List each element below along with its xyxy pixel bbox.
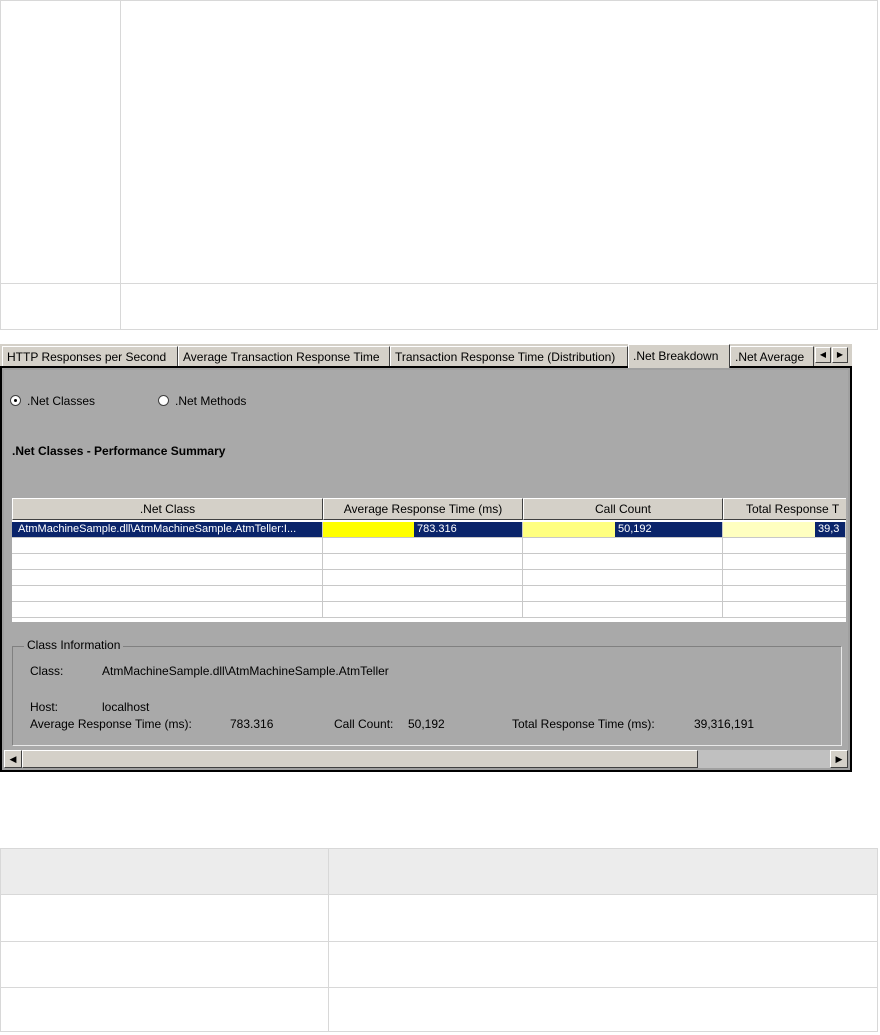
doc-table-top — [0, 0, 878, 330]
avg-response-value: 783.316 — [414, 522, 522, 537]
radio-net-methods[interactable]: .Net Methods — [158, 394, 246, 408]
avg-response-info-value: 783.316 — [230, 717, 274, 731]
summary-title: .Net Classes - Performance Summary — [12, 444, 226, 458]
table-divider — [1, 283, 877, 284]
tab-strip: HTTP Responses per Second Average Transa… — [0, 344, 852, 368]
empty-cell — [323, 570, 523, 585]
class-information-group — [12, 646, 842, 746]
table-row[interactable] — [12, 538, 846, 554]
tab-label: HTTP Responses per Second — [7, 350, 167, 364]
table-divider — [120, 1, 121, 329]
column-header-avg-response[interactable]: Average Response Time (ms) — [323, 498, 523, 520]
table-row[interactable] — [12, 554, 846, 570]
class-information-legend: Class Information — [24, 638, 124, 652]
tab-http-responses[interactable]: HTTP Responses per Second — [2, 346, 178, 366]
table-row[interactable] — [12, 586, 846, 602]
tab-transaction-distribution[interactable]: Transaction Response Time (Distribution) — [390, 346, 628, 366]
avg-response-bar — [323, 522, 414, 537]
total-response-bar — [723, 522, 815, 537]
scroll-right-icon[interactable]: ▶ — [830, 750, 848, 768]
cell-total-response: 39,3 — [723, 522, 846, 537]
empty-cell — [323, 538, 523, 553]
table-header-row — [1, 849, 877, 894]
empty-cell — [523, 538, 723, 553]
breakdown-panel: .Net Classes .Net Methods .Net Classes -… — [0, 366, 852, 772]
tab-label: Average Transaction Response Time — [183, 350, 380, 364]
table-row[interactable] — [12, 602, 846, 618]
empty-cell — [523, 602, 723, 617]
empty-cell — [12, 602, 323, 617]
empty-cell — [323, 554, 523, 569]
tab-scroll-left-icon[interactable]: ◀ — [815, 347, 831, 363]
tab-net-average[interactable]: .Net Average — [730, 346, 814, 366]
tab-label: .Net Breakdown — [633, 349, 719, 363]
call-count-bar — [523, 522, 615, 537]
empty-cell — [523, 570, 723, 585]
table-row[interactable] — [12, 570, 846, 586]
empty-cell — [323, 602, 523, 617]
empty-cell — [12, 554, 323, 569]
avg-response-label: Average Response Time (ms): — [30, 717, 192, 731]
host-label: Host: — [30, 700, 59, 714]
tab-net-breakdown[interactable]: .Net Breakdown — [628, 344, 730, 368]
class-value: AtmMachineSample.dll\AtmMachineSample.At… — [102, 664, 389, 678]
analysis-window: HTTP Responses per Second Average Transa… — [0, 344, 852, 772]
radio-unchecked-icon — [158, 395, 169, 406]
table-divider — [1, 987, 877, 988]
host-value: localhost — [102, 700, 150, 714]
call-count-label: Call Count: — [334, 717, 394, 731]
empty-cell — [12, 586, 323, 601]
scrollbar-thumb[interactable] — [22, 750, 698, 768]
tab-label: .Net Average — [735, 350, 805, 364]
class-label: Class: — [30, 664, 64, 678]
empty-cell — [12, 538, 323, 553]
empty-cell — [523, 554, 723, 569]
call-count-info-value: 50,192 — [408, 717, 445, 731]
cell-call-count: 50,192 — [523, 522, 723, 537]
total-response-value: 39,3 — [815, 522, 845, 537]
total-response-info-value: 39,316,191 — [694, 717, 755, 731]
call-count-value: 50,192 — [615, 522, 722, 537]
cell-avg-response: 783.316 — [323, 522, 523, 537]
table-divider — [328, 849, 329, 1031]
radio-label: .Net Methods — [175, 394, 247, 408]
class-grid: .Net Class Average Response Time (ms) Ca… — [12, 498, 846, 622]
table-divider — [1, 941, 877, 942]
tab-scroll-right-icon[interactable]: ▶ — [832, 347, 848, 363]
cell-net-class: AtmMachineSample.dll\AtmMachineSample.At… — [12, 522, 323, 537]
radio-net-classes[interactable]: .Net Classes — [10, 394, 95, 408]
empty-cell — [323, 586, 523, 601]
empty-cell — [523, 586, 723, 601]
tab-average-transaction-response[interactable]: Average Transaction Response Time — [178, 346, 390, 366]
column-header-total-response[interactable]: Total Response T — [723, 498, 846, 520]
radio-label: .Net Classes — [27, 394, 96, 408]
horizontal-scrollbar[interactable]: ◀ ▶ — [4, 750, 848, 768]
tab-label: Transaction Response Time (Distribution) — [395, 350, 616, 364]
table-divider — [1, 894, 877, 895]
table-row[interactable]: AtmMachineSample.dll\AtmMachineSample.At… — [12, 522, 846, 538]
column-header-net-class[interactable]: .Net Class — [12, 498, 323, 520]
empty-cell — [12, 570, 323, 585]
radio-checked-icon — [10, 395, 21, 406]
column-header-call-count[interactable]: Call Count — [523, 498, 723, 520]
scroll-left-icon[interactable]: ◀ — [4, 750, 22, 768]
total-response-label: Total Response Time (ms): — [512, 717, 655, 731]
doc-table-bottom — [0, 848, 878, 1032]
